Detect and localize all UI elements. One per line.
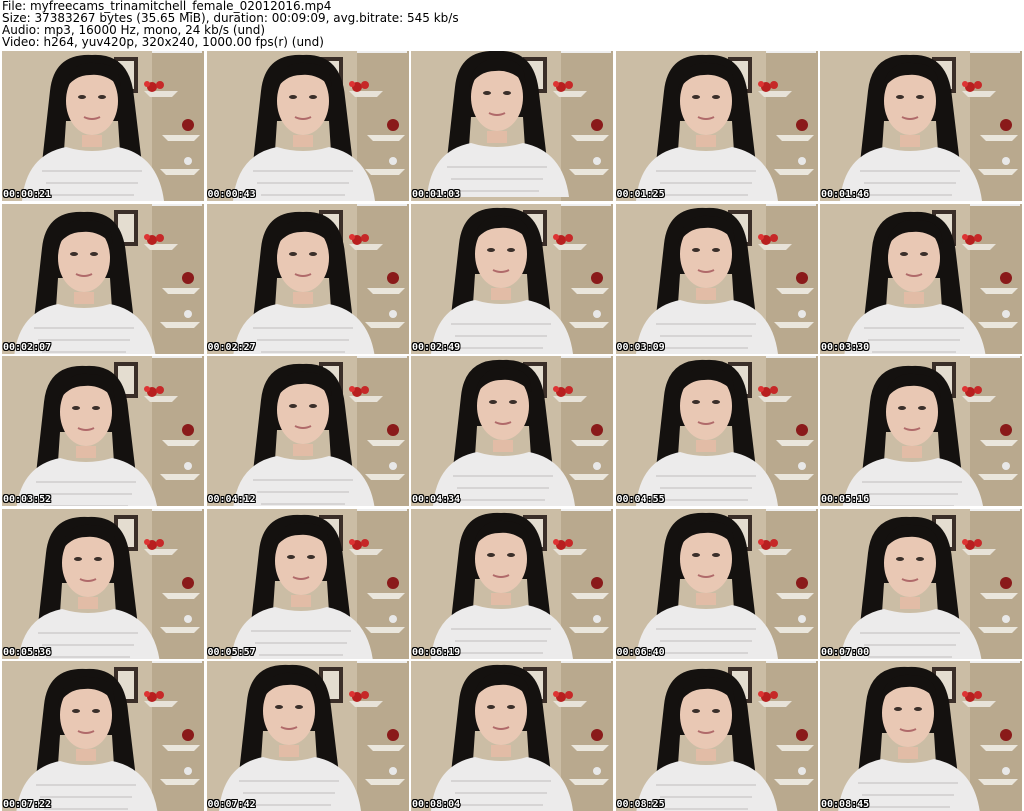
frame-timestamp: 00:07:42 bbox=[207, 799, 256, 810]
thumbnail-frame[interactable]: 00:03:52 bbox=[2, 356, 204, 506]
webcam-frame-image bbox=[820, 508, 1022, 659]
thumbnail-frame[interactable]: 00:00:43 bbox=[206, 51, 409, 201]
thumbnail-frame[interactable]: 00:02:07 bbox=[2, 203, 204, 354]
thumbnail-frame[interactable]: 00:01:25 bbox=[615, 51, 818, 201]
thumbnail-frame[interactable]: 00:01:03 bbox=[411, 51, 613, 201]
frame-timestamp: 00:04:34 bbox=[412, 494, 461, 505]
frame-timestamp: 00:06:40 bbox=[616, 646, 665, 658]
thumbnail-frame[interactable]: 00:04:34 bbox=[411, 356, 613, 506]
frame-timestamp: 00:02:49 bbox=[412, 341, 461, 353]
thumbnail-frame[interactable]: 00:06:19 bbox=[411, 508, 613, 659]
frame-timestamp: 00:03:09 bbox=[616, 341, 665, 353]
webcam-frame-image bbox=[2, 356, 204, 506]
webcam-frame-image bbox=[206, 508, 409, 659]
frame-timestamp: 00:00:21 bbox=[3, 189, 52, 200]
frame-timestamp: 00:03:52 bbox=[3, 494, 52, 505]
thumbnail-frame[interactable]: 00:07:22 bbox=[2, 661, 204, 811]
thumbnail-frame[interactable]: 00:03:09 bbox=[615, 203, 818, 354]
thumbnail-frame[interactable]: 00:07:00 bbox=[820, 508, 1022, 659]
file-info-header: File: myfreecams_trinamitchell_female_02… bbox=[2, 0, 1022, 50]
thumbnail-frame[interactable]: 00:04:12 bbox=[206, 356, 409, 506]
thumbnail-frame[interactable]: 00:05:57 bbox=[206, 508, 409, 659]
thumbnail-frame[interactable]: 00:07:42 bbox=[206, 661, 409, 811]
webcam-frame-image bbox=[206, 51, 409, 201]
webcam-frame-image bbox=[411, 661, 613, 811]
frame-timestamp: 00:01:03 bbox=[412, 189, 461, 200]
webcam-frame-image bbox=[206, 661, 409, 811]
webcam-frame-image bbox=[820, 203, 1022, 354]
thumbnail-frame[interactable]: 00:04:55 bbox=[615, 356, 818, 506]
frame-timestamp: 00:05:57 bbox=[207, 646, 256, 658]
thumbnail-frame[interactable]: 00:08:25 bbox=[615, 661, 818, 811]
thumbnail-frame[interactable]: 00:01:46 bbox=[820, 51, 1022, 201]
webcam-frame-image bbox=[206, 203, 409, 354]
webcam-frame-image bbox=[615, 508, 818, 659]
webcam-frame-image bbox=[206, 356, 409, 506]
webcam-frame-image bbox=[2, 508, 204, 659]
frame-timestamp: 00:08:04 bbox=[412, 799, 461, 810]
thumbnail-grid: 00:00:21 00:00:43 00:01:03 00:01:25 00:01:46… bbox=[2, 51, 1022, 811]
frame-timestamp: 00:08:45 bbox=[821, 799, 870, 810]
frame-timestamp: 00:04:12 bbox=[207, 494, 256, 505]
webcam-frame-image bbox=[411, 51, 613, 201]
frame-timestamp: 00:02:07 bbox=[3, 341, 52, 353]
thumbnail-frame[interactable]: 00:02:27 bbox=[206, 203, 409, 354]
thumbnail-frame[interactable]: 00:02:49 bbox=[411, 203, 613, 354]
webcam-frame-image bbox=[615, 661, 818, 811]
frame-timestamp: 00:05:16 bbox=[821, 494, 870, 505]
webcam-frame-image bbox=[411, 203, 613, 354]
frame-timestamp: 00:05:36 bbox=[3, 646, 52, 658]
webcam-frame-image bbox=[2, 51, 204, 201]
thumbnail-frame[interactable]: 00:05:16 bbox=[820, 356, 1022, 506]
webcam-frame-image bbox=[820, 661, 1022, 811]
frame-timestamp: 00:00:43 bbox=[207, 189, 256, 200]
frame-timestamp: 00:08:25 bbox=[616, 799, 665, 810]
thumbnail-frame[interactable]: 00:08:45 bbox=[820, 661, 1022, 811]
thumbnail-frame[interactable]: 00:08:04 bbox=[411, 661, 613, 811]
webcam-frame-image bbox=[615, 51, 818, 201]
frame-timestamp: 00:01:46 bbox=[821, 189, 870, 200]
frame-timestamp: 00:04:55 bbox=[616, 494, 665, 505]
webcam-frame-image bbox=[820, 356, 1022, 506]
thumbnail-frame[interactable]: 00:03:30 bbox=[820, 203, 1022, 354]
frame-timestamp: 00:02:27 bbox=[207, 341, 256, 353]
frame-timestamp: 00:01:25 bbox=[616, 189, 665, 200]
webcam-frame-image bbox=[820, 51, 1022, 201]
webcam-frame-image bbox=[2, 661, 204, 811]
webcam-frame-image bbox=[615, 356, 818, 506]
thumbnail-frame[interactable]: 00:06:40 bbox=[615, 508, 818, 659]
thumbnail-frame[interactable]: 00:05:36 bbox=[2, 508, 204, 659]
frame-timestamp: 00:03:30 bbox=[821, 341, 870, 353]
webcam-frame-image bbox=[2, 203, 204, 354]
frame-timestamp: 00:07:00 bbox=[821, 646, 870, 658]
frame-timestamp: 00:07:22 bbox=[3, 799, 52, 810]
webcam-frame-image bbox=[615, 203, 818, 354]
webcam-frame-image bbox=[411, 356, 613, 506]
video-info-line: Video: h264, yuv420p, 320x240, 1000.00 f… bbox=[2, 35, 324, 49]
thumbnail-frame[interactable]: 00:00:21 bbox=[2, 51, 204, 201]
webcam-frame-image bbox=[411, 508, 613, 659]
frame-timestamp: 00:06:19 bbox=[412, 646, 461, 658]
